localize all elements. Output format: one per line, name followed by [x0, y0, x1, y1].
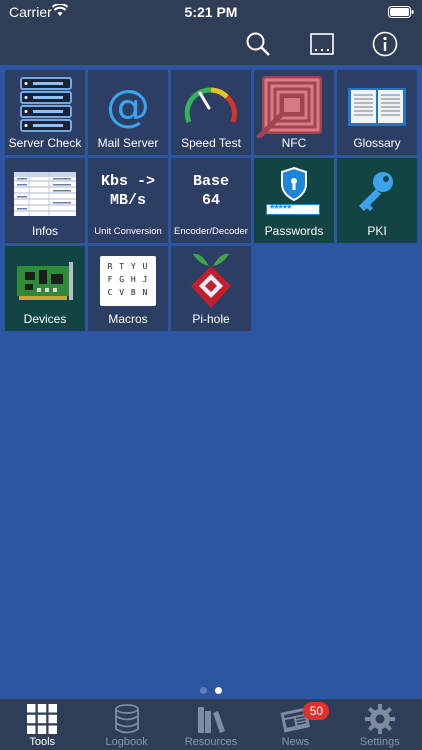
tile-pi-hole[interactable]: Pi-hole [171, 246, 251, 331]
at-sign-glyph: @ [106, 80, 150, 132]
news-badge: 50 [303, 702, 330, 720]
tile-label: Passwords [264, 224, 324, 238]
page-dot-1[interactable] [200, 687, 207, 694]
tab-logbook[interactable]: Logbook [84, 699, 168, 750]
tile-label: NFC [281, 136, 307, 150]
keyboard-row-2: F G H J [107, 275, 149, 284]
tile-label: Glossary [353, 136, 401, 150]
tab-news[interactable]: 50 News [253, 699, 337, 750]
status-bar: Carrier 5:21 PM [0, 0, 422, 24]
keyboard-row-1: R T Y U [107, 262, 149, 271]
pi-hole-logo-icon [191, 253, 231, 308]
search-button[interactable] [242, 28, 274, 60]
tab-label: News [281, 736, 310, 748]
tile-label: Mail Server [97, 136, 159, 150]
tile-encoder-decoder[interactable]: Base 64 Encoder/Decoder [171, 158, 251, 243]
tile-mail-server[interactable]: @ Mail Server [88, 70, 168, 155]
info-button[interactable] [369, 28, 401, 60]
tile-label: Devices [23, 312, 67, 326]
tile-label: Encoder/Decoder [174, 226, 248, 237]
conversion-line-1: Kbs -> [100, 173, 155, 190]
search-icon [246, 32, 270, 56]
gear-icon [364, 704, 395, 734]
tab-label: Resources [184, 736, 238, 748]
tile-server-check[interactable]: Server Check [5, 70, 85, 155]
console-icon [310, 33, 334, 55]
keyboard-body: R T Y U F G H J C V B N [100, 256, 156, 306]
status-time: 5:21 PM [184, 4, 238, 20]
tile-label: Pi-hole [192, 312, 230, 326]
page-dot-2[interactable] [215, 687, 222, 694]
keyboard-icon: R T Y U F G H J C V B N [88, 246, 168, 314]
battery-icon [388, 6, 414, 18]
tile-infos[interactable]: Infos [5, 158, 85, 243]
circuit-board-icon [17, 262, 73, 300]
tile-label: Server Check [8, 136, 82, 150]
open-book-icon [348, 88, 406, 126]
tile-devices[interactable]: Devices [5, 246, 85, 331]
tile-label: Speed Test [181, 136, 241, 150]
console-button[interactable] [306, 28, 338, 60]
info-icon [372, 31, 398, 57]
grid-icon [27, 704, 58, 734]
books-icon [198, 707, 226, 733]
tile-label: Unit Conversion [94, 226, 162, 237]
server-rack-icon [20, 77, 72, 132]
tab-tools[interactable]: Tools [0, 699, 84, 750]
tile-passwords[interactable]: ***** Passwords [254, 158, 334, 243]
password-field: ***** [266, 204, 320, 215]
conversion-text-icon: Kbs -> MB/s [88, 158, 168, 226]
tab-bar: Tools Logbook Resources 50 News Settings [0, 699, 422, 750]
tile-label: Infos [31, 224, 58, 238]
tile-label: Macros [108, 312, 148, 326]
conversion-line-2: MB/s [109, 192, 146, 209]
base64-line-2: 64 [201, 192, 220, 209]
tile-label: PKI [367, 224, 387, 238]
password-shield-icon: ***** [254, 158, 334, 226]
tile-speed-test[interactable]: Speed Test [171, 70, 251, 155]
tile-nfc[interactable]: NFC [254, 70, 334, 155]
base64-text-icon: Base 64 [171, 158, 251, 226]
tab-settings[interactable]: Settings [338, 699, 422, 750]
tile-glossary[interactable]: Glossary [337, 70, 417, 155]
tab-label: Settings [359, 736, 400, 748]
tab-resources[interactable]: Resources [169, 699, 253, 750]
keyboard-row-3: C V B N [107, 288, 149, 297]
tile-unit-conversion[interactable]: Kbs -> MB/s Unit Conversion [88, 158, 168, 243]
shield-icon [281, 166, 307, 202]
tab-label: Tools [29, 736, 56, 748]
speedometer-icon [184, 87, 237, 123]
base64-line-1: Base [192, 173, 229, 190]
nfc-icon [256, 76, 322, 138]
at-sign-icon: @ [88, 70, 168, 138]
key-icon [359, 172, 393, 211]
table-icon [14, 172, 76, 216]
tab-label: Logbook [105, 736, 148, 748]
database-icon [114, 704, 139, 734]
page-indicator[interactable] [0, 687, 422, 694]
tile-pki[interactable]: PKI [337, 158, 417, 243]
nav-bar [0, 24, 422, 65]
password-mask: ***** [270, 203, 292, 215]
tile-macros[interactable]: R T Y U F G H J C V B N Macros [88, 246, 168, 331]
